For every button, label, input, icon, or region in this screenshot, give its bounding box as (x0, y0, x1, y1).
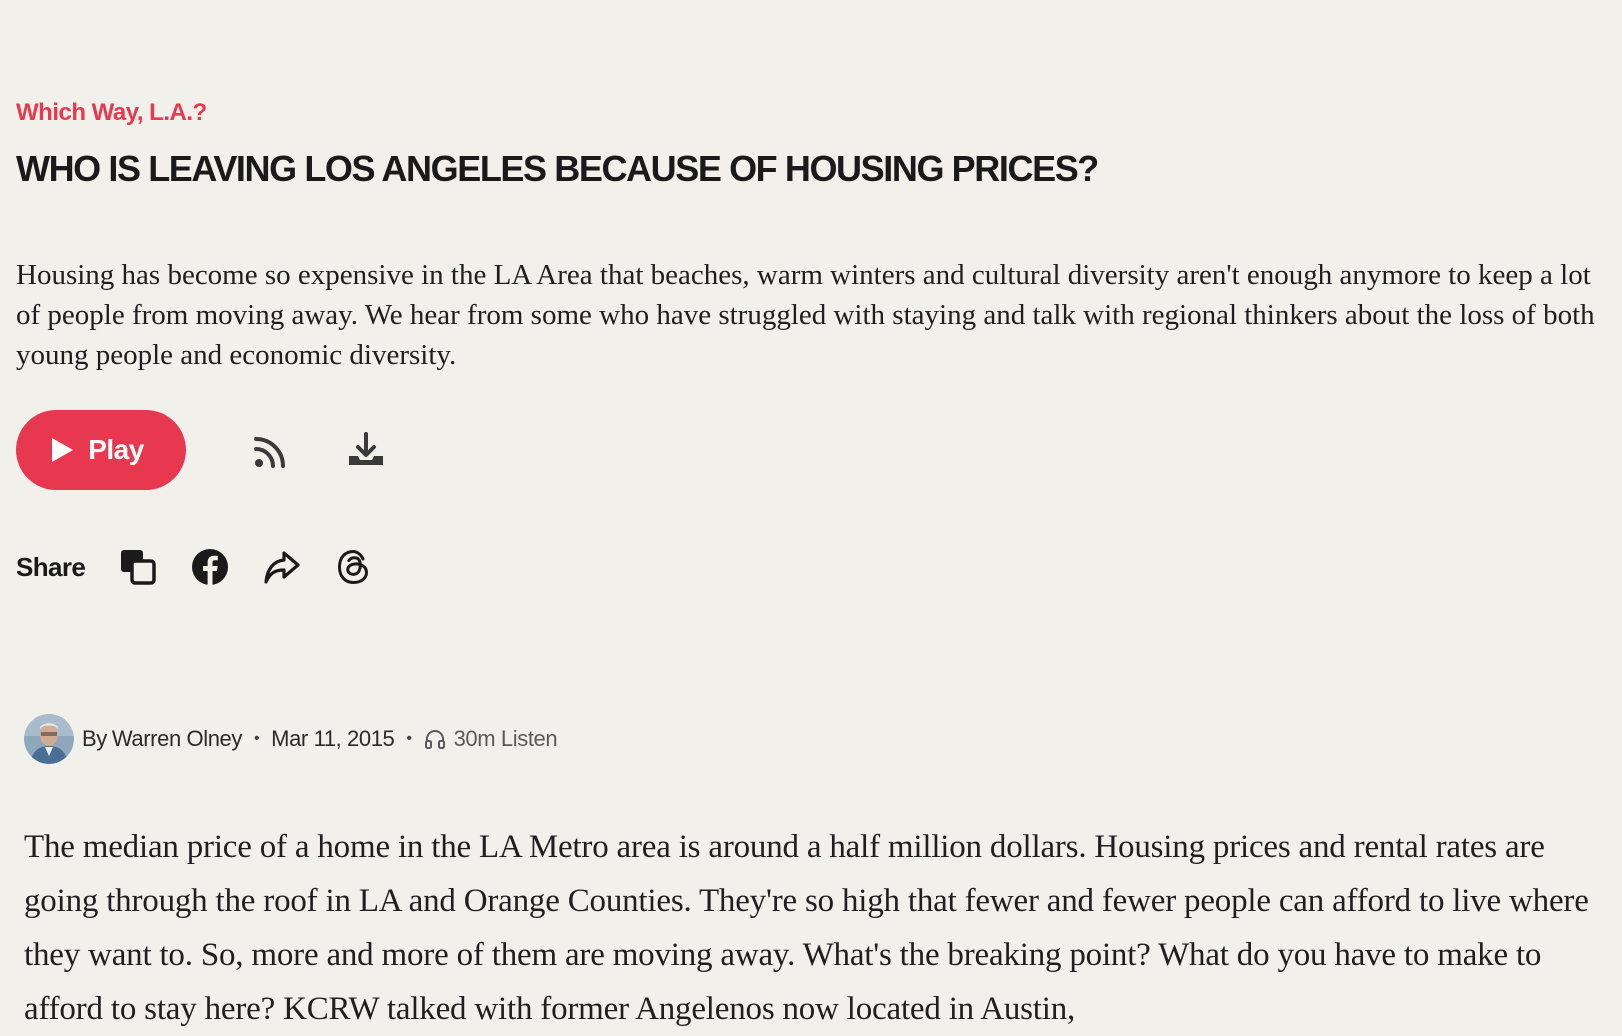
player-controls: Play (16, 410, 388, 490)
byline: By Warren Olney • Mar 11, 2015 • 30m Lis… (24, 714, 558, 764)
listen-duration: 30m Listen (424, 726, 558, 752)
facebook-icon[interactable] (189, 546, 231, 588)
download-icon[interactable] (344, 428, 388, 472)
share-arrow-icon[interactable] (261, 546, 303, 588)
separator-dot: • (406, 730, 412, 747)
separator-dot: • (253, 730, 260, 747)
author-avatar[interactable] (24, 714, 74, 764)
article-body: The median price of a home in the LA Met… (24, 829, 1589, 1027)
share-row: Share (16, 546, 405, 588)
publish-date: Mar 11, 2015 (271, 726, 395, 751)
page-title: WHO IS LEAVING LOS ANGELES BECAUSE OF HO… (16, 148, 1099, 189)
byline-prefix: By (82, 726, 107, 751)
show-category-link[interactable]: Which Way, L.A.? (16, 99, 207, 127)
rss-icon[interactable] (250, 428, 294, 472)
play-icon (50, 437, 74, 463)
listen-label: 30m Listen (453, 726, 558, 751)
share-label: Share (16, 551, 86, 582)
play-button[interactable]: Play (16, 410, 186, 490)
copy-link-icon[interactable] (117, 546, 159, 588)
play-label: Play (88, 434, 144, 465)
headphones-icon (424, 728, 446, 750)
episode-summary: Housing has become so expensive in the L… (16, 259, 1595, 371)
threads-icon[interactable] (333, 546, 375, 588)
author-link[interactable]: Warren Olney (112, 726, 242, 752)
